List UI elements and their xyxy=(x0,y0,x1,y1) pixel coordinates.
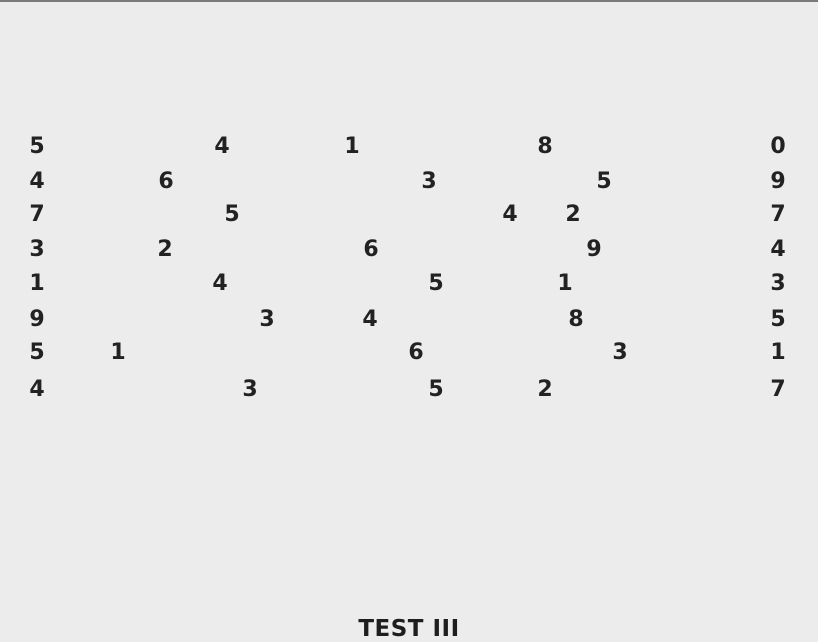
chart-number: 1 xyxy=(344,134,360,159)
chart-number: 4 xyxy=(502,202,518,227)
chart-number: 1 xyxy=(29,271,45,296)
chart-number: 4 xyxy=(212,271,228,296)
chart-number: 9 xyxy=(586,237,602,262)
chart-number: 7 xyxy=(29,202,45,227)
chart-number: 7 xyxy=(770,202,786,227)
chart-number: 6 xyxy=(408,340,424,365)
chart-number: 4 xyxy=(214,134,230,159)
chart-number: 2 xyxy=(157,237,173,262)
chart-number: 4 xyxy=(29,169,45,194)
chart-number: 5 xyxy=(770,307,786,332)
chart-number: 2 xyxy=(537,377,553,402)
chart-number: 8 xyxy=(568,307,584,332)
chart-number: 3 xyxy=(242,377,258,402)
chart-number: 3 xyxy=(770,271,786,296)
chart-number: 1 xyxy=(770,340,786,365)
chart-number: 4 xyxy=(770,237,786,262)
chart-number: 6 xyxy=(158,169,174,194)
chart-number: 5 xyxy=(596,169,612,194)
chart-number: 1 xyxy=(557,271,573,296)
chart-number: 5 xyxy=(428,377,444,402)
chart-number: 8 xyxy=(537,134,553,159)
chart-number: 3 xyxy=(612,340,628,365)
chart-number: 4 xyxy=(362,307,378,332)
chart-number: 7 xyxy=(770,377,786,402)
chart-number: 9 xyxy=(770,169,786,194)
chart-number: 0 xyxy=(770,134,786,159)
number-chart: 5418046359754273269414513934855163143527 xyxy=(0,0,818,642)
chart-number: 3 xyxy=(259,307,275,332)
chart-number: 5 xyxy=(224,202,240,227)
chart-number: 3 xyxy=(421,169,437,194)
chart-number: 5 xyxy=(428,271,444,296)
chart-number: 1 xyxy=(110,340,126,365)
chart-number: 5 xyxy=(29,134,45,159)
chart-number: 3 xyxy=(29,237,45,262)
chart-number: 2 xyxy=(565,202,581,227)
chart-number: 6 xyxy=(363,237,379,262)
chart-number: 9 xyxy=(29,307,45,332)
test-caption: TEST III xyxy=(358,616,460,642)
chart-number: 4 xyxy=(29,377,45,402)
chart-number: 5 xyxy=(29,340,45,365)
